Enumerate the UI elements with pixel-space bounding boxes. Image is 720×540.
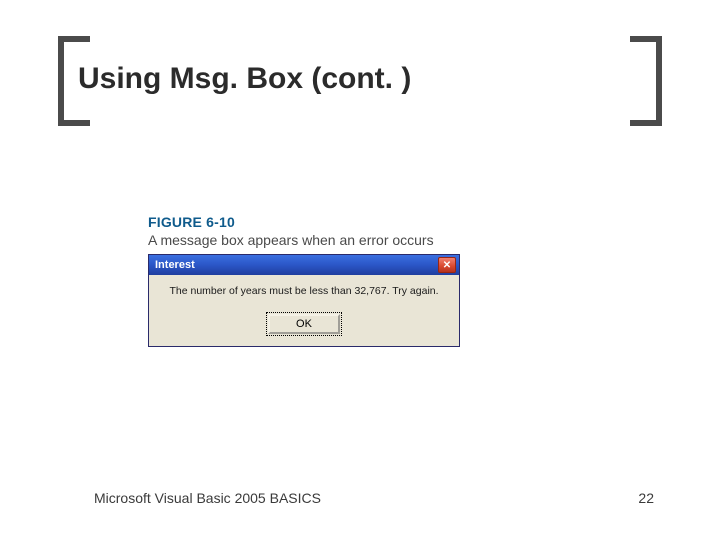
dialog-message: The number of years must be less than 32… [159, 285, 449, 298]
figure-caption: A message box appears when an error occu… [148, 232, 508, 248]
close-icon: ✕ [443, 260, 451, 271]
footer-text: Microsoft Visual Basic 2005 BASICS [94, 490, 321, 506]
dialog-button-row: OK [149, 308, 459, 346]
ok-button[interactable]: OK [268, 314, 340, 334]
bracket-right [630, 36, 662, 126]
message-box-dialog: Interest ✕ The number of years must be l… [148, 254, 460, 347]
dialog-title: Interest [155, 259, 195, 271]
slide-title: Using Msg. Box (cont. ) [78, 62, 411, 96]
figure: FIGURE 6-10 A message box appears when a… [148, 214, 508, 347]
dialog-titlebar[interactable]: Interest ✕ [149, 255, 459, 275]
figure-number: FIGURE 6-10 [148, 214, 508, 230]
slide: Using Msg. Box (cont. ) FIGURE 6-10 A me… [0, 0, 720, 540]
close-button[interactable]: ✕ [438, 257, 456, 273]
page-number: 22 [638, 490, 654, 506]
ok-button-focus-ring: OK [266, 312, 342, 336]
dialog-body: The number of years must be less than 32… [149, 275, 459, 308]
